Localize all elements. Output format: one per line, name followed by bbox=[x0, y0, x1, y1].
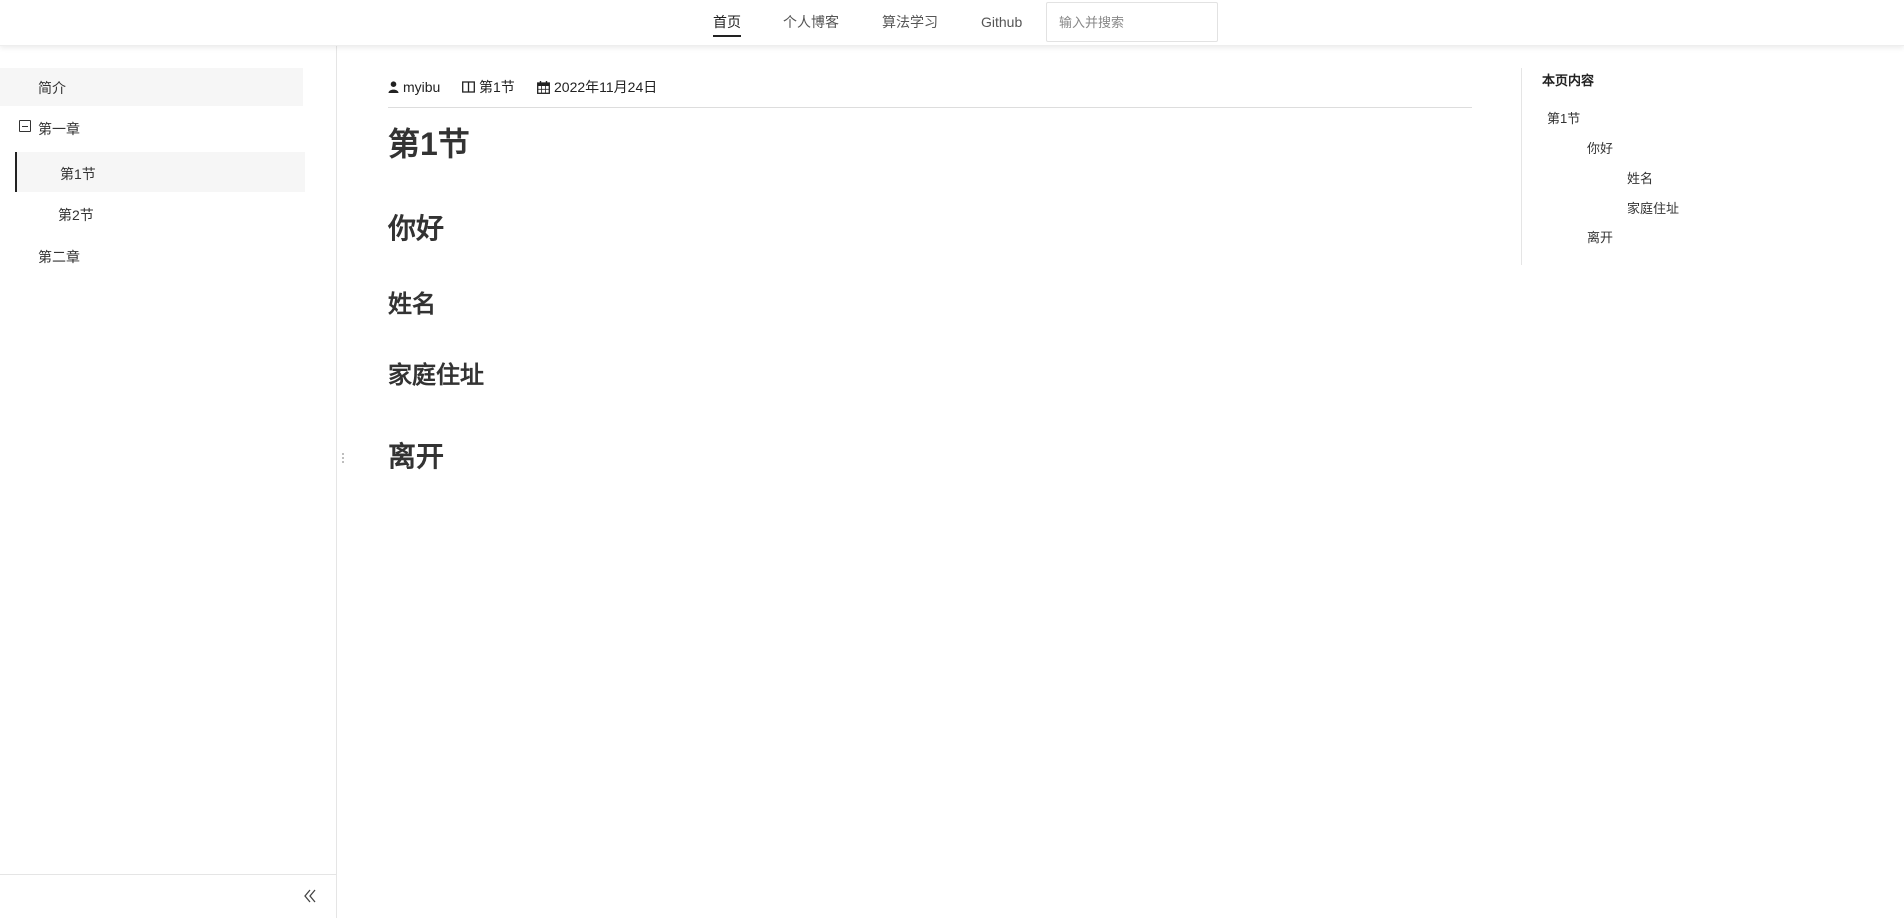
sidebar-item-label: 第1节 bbox=[60, 166, 96, 182]
book-icon bbox=[462, 81, 475, 93]
sidebar-item-section-1[interactable]: 第1节 bbox=[15, 152, 305, 192]
table-of-contents: 本页内容 第1节 你好 姓名 家庭住址 离开 bbox=[1521, 68, 1771, 265]
sidebar-resize-handle[interactable] bbox=[341, 453, 345, 467]
sidebar-item-chapter-2[interactable]: 第二章 bbox=[0, 238, 303, 272]
sidebar-item-label: 第二章 bbox=[38, 249, 80, 265]
nav-link-home[interactable]: 首页 bbox=[713, 13, 741, 37]
search-input[interactable] bbox=[1046, 2, 1218, 42]
meta-section-text: 第1节 bbox=[479, 79, 515, 95]
toc-item-section-1[interactable]: 第1节 bbox=[1547, 108, 1580, 127]
heading-name: 姓名 bbox=[388, 291, 436, 318]
sidebar-item-chapter-1[interactable]: 第一章 bbox=[0, 110, 303, 144]
toc-title: 本页内容 bbox=[1542, 73, 1595, 88]
sidebar-item-label: 第2节 bbox=[58, 207, 94, 223]
article-content: myibu 第1节 2022年11月24日 第1节 你好 姓名 家庭住址 离开 bbox=[388, 46, 1472, 918]
calendar-icon bbox=[537, 81, 550, 94]
main-nav: 首页 个人博客 算法学习 Github bbox=[0, 0, 1904, 46]
toc-item-home-address[interactable]: 家庭住址 bbox=[1627, 198, 1679, 217]
sidebar-footer bbox=[0, 874, 336, 918]
active-indicator bbox=[15, 152, 17, 192]
sidebar-item-intro[interactable]: 简介 bbox=[0, 68, 303, 106]
sidebar-item-section-2[interactable]: 第2节 bbox=[15, 196, 305, 230]
heading-hello: 你好 bbox=[388, 213, 445, 244]
heading-section-1: 第1节 bbox=[388, 126, 470, 162]
sidebar: 简介 第一章 第1节 第2节 第二章 bbox=[0, 46, 337, 918]
top-navbar: 首页 个人博客 算法学习 Github bbox=[0, 0, 1904, 46]
sidebar-item-label: 第一章 bbox=[38, 121, 80, 137]
meta-author-text: myibu bbox=[403, 79, 441, 95]
minus-square-icon[interactable] bbox=[19, 120, 31, 132]
double-chevron-left-icon[interactable] bbox=[302, 887, 318, 905]
article-meta: myibu 第1节 2022年11月24日 bbox=[388, 78, 1472, 108]
nav-link-algorithms[interactable]: 算法学习 bbox=[882, 13, 938, 35]
toc-item-name[interactable]: 姓名 bbox=[1627, 168, 1653, 187]
sidebar-item-label: 简介 bbox=[38, 80, 66, 96]
toc-item-leave[interactable]: 离开 bbox=[1587, 227, 1613, 246]
nav-link-github[interactable]: Github bbox=[981, 13, 1022, 35]
heading-leave: 离开 bbox=[388, 441, 445, 472]
nav-link-blog[interactable]: 个人博客 bbox=[783, 13, 839, 35]
meta-date-text: 2022年11月24日 bbox=[554, 79, 658, 95]
user-icon bbox=[388, 81, 399, 93]
toc-item-hello[interactable]: 你好 bbox=[1587, 138, 1613, 157]
heading-home-address: 家庭住址 bbox=[388, 362, 484, 389]
